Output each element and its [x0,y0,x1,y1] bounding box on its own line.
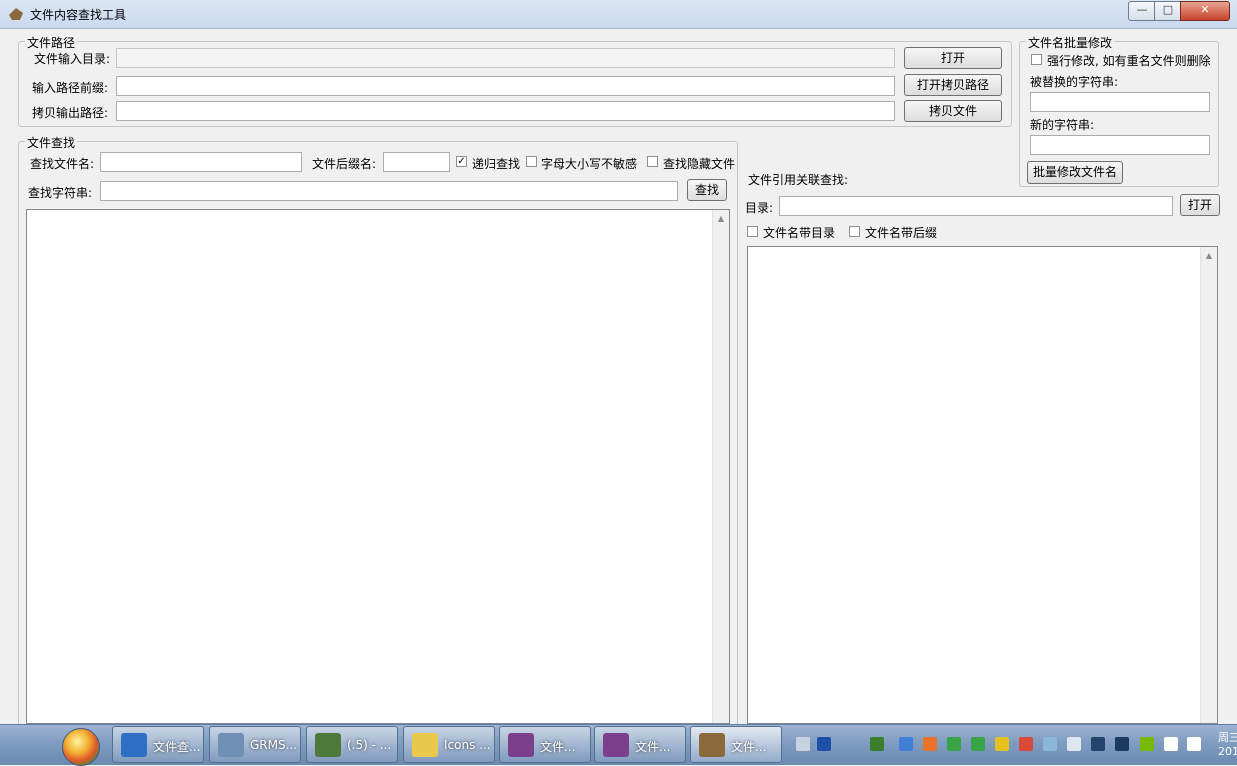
taskbar-item[interactable]: 文件... [594,726,686,763]
new-string-label: 新的字符串: [1030,118,1095,132]
search-string-field[interactable] [100,181,678,201]
filename-label: 查找文件名: [30,157,95,171]
monitor-icon[interactable] [1091,737,1105,751]
taskbar-item-label: (.5) - ... [347,738,392,752]
with-ext-checkbox[interactable] [849,226,860,237]
taskbar-item[interactable]: (.5) - ... [306,726,398,763]
input-dir-field[interactable] [116,48,895,68]
plus-icon[interactable] [995,737,1009,751]
start-button[interactable] [62,728,100,766]
copy-out-label: 拷贝输出路径: [32,106,109,120]
scroll-up-arrow[interactable]: ▲ [1201,251,1217,261]
shield-icon[interactable] [971,737,985,751]
new-string-field[interactable] [1030,135,1210,155]
reference-results-list[interactable]: ▲ [747,246,1218,724]
reference-dir-label: 目录: [745,201,774,215]
security-icon[interactable] [1019,737,1033,751]
taskbar-item[interactable]: GRMS... [209,726,301,763]
taskbar-item[interactable]: Icons ... [403,726,495,763]
winrar-icon [603,733,629,757]
winrar-icon [508,733,534,757]
recursive-label: 递归查找 [472,157,521,171]
internet-explorer-icon [121,733,147,757]
hidden-files-label: 查找隐藏文件 [663,157,736,171]
clock-year: 201 [1218,745,1237,758]
search-string-label: 查找字符串: [28,186,93,200]
search-group-legend: 文件查找 [25,134,78,151]
clock-day: 周三 [1218,731,1237,744]
extension-label: 文件后缀名: [312,157,377,171]
taskbar-item-label: GRMS... [250,738,298,752]
filename-field[interactable] [100,152,302,172]
reference-dir-field[interactable] [779,196,1173,216]
nvidia-icon[interactable] [1140,737,1154,751]
update-icon[interactable] [947,737,961,751]
open-button[interactable]: 打开 [904,47,1002,69]
prefix-field[interactable] [116,76,895,96]
taskbar-item[interactable]: 文件查... [112,726,204,763]
window-title: 文件内容查找工具 [30,8,127,22]
editor-icon [315,733,341,757]
extension-field[interactable] [383,152,450,172]
taskbar-item[interactable]: 文件... [690,726,782,763]
keyboard-icon[interactable] [796,737,810,751]
rename-group-legend: 文件名批量修改 [1026,34,1115,51]
media-player-icon [218,733,244,757]
input-dir-label: 文件输入目录: [34,52,111,66]
volume-icon[interactable] [1187,737,1201,751]
taskbar-item-label: 文件查... [153,740,201,754]
taskbar-item-label: Icons ... [444,738,491,752]
case-insensitive-checkbox[interactable] [526,156,537,167]
title-bar[interactable]: 文件内容查找工具 — □ ✕ [0,0,1237,29]
usb-icon[interactable] [870,737,884,751]
taskbar-item[interactable]: 文件... [499,726,591,763]
prefix-label: 输入路径前缀: [32,81,109,95]
path-group-legend: 文件路径 [25,34,78,51]
with-dir-checkbox[interactable] [747,226,758,237]
search-results-scrollbar[interactable]: ▲ [712,210,729,723]
case-insensitive-label: 字母大小写不敏感 [541,157,638,171]
force-rename-label: 强行修改, 如有重名文件则删除 [1047,54,1211,68]
taskbar-item-label: 文件... [731,740,767,754]
search-results-list[interactable]: ▲ [26,209,730,724]
open-copy-path-button[interactable]: 打开拷贝路径 [904,74,1002,96]
search-button[interactable]: 查找 [687,179,727,201]
scroll-up-arrow[interactable]: ▲ [713,214,729,224]
reference-open-button[interactable]: 打开 [1180,194,1220,216]
network-icon[interactable] [1115,737,1129,751]
taskbar-item-label: 文件... [540,740,576,754]
maximize-button[interactable]: □ [1154,1,1182,21]
copy-files-button[interactable]: 拷贝文件 [904,100,1002,122]
with-ext-label: 文件名带后缀 [865,226,938,240]
replaced-string-label: 被替换的字符串: [1030,75,1119,89]
signal-icon[interactable] [1164,737,1178,751]
taskbar: 文件查... GRMS... (.5) - ... Icons ... 文件... 文件.… [0,724,1237,766]
reference-title: 文件引用关联查找: [748,173,849,187]
download-icon[interactable] [923,737,937,751]
batch-rename-button[interactable]: 批量修改文件名 [1027,161,1123,184]
close-button[interactable]: ✕ [1180,1,1230,21]
check-icon[interactable] [1043,737,1057,751]
taskbar-item-label: 文件... [635,740,671,754]
with-dir-label: 文件名带目录 [763,226,836,240]
hidden-files-checkbox[interactable] [647,156,658,167]
copy-out-field[interactable] [116,101,895,121]
app-icon [9,8,23,20]
app-icon [699,733,725,757]
force-rename-checkbox[interactable] [1031,54,1042,65]
clock[interactable]: 周三 201 [1218,731,1237,759]
folder-icon [412,733,438,757]
replaced-string-field[interactable] [1030,92,1210,112]
help-icon[interactable] [817,737,831,751]
recursive-checkbox[interactable]: ✓ [456,156,467,167]
clipboard-icon[interactable] [1067,737,1081,751]
reference-results-scrollbar[interactable]: ▲ [1200,247,1217,723]
app-tray-icon[interactable] [899,737,913,751]
minimize-button[interactable]: — [1128,1,1156,21]
